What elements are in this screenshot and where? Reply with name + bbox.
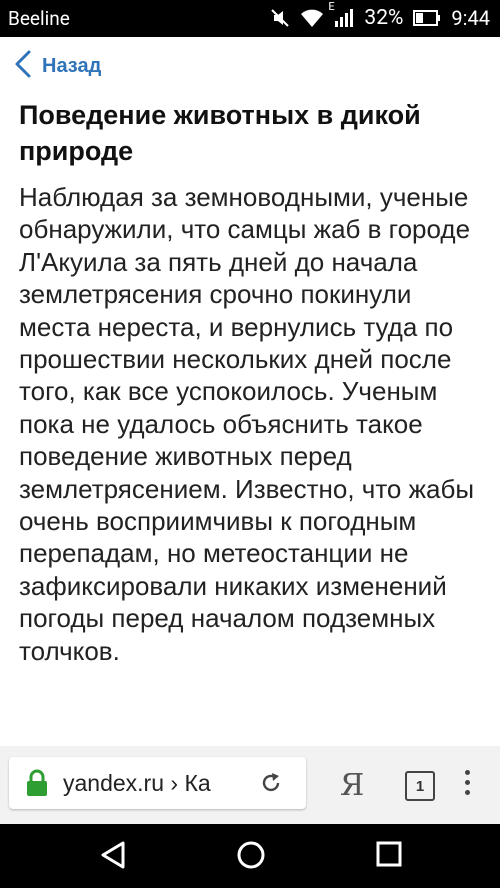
nav-back-icon[interactable] — [100, 840, 126, 875]
tabs-icon[interactable]: 1 — [405, 771, 435, 801]
back-chevron-icon — [14, 49, 32, 84]
wifi-icon — [300, 8, 324, 28]
yandex-button[interactable]: Я — [340, 768, 364, 803]
nav-home-icon[interactable] — [236, 840, 266, 875]
article-body: Наблюдая за земноводными, ученые обнаруж… — [19, 182, 475, 666]
tab-count: 1 — [415, 777, 425, 795]
nav-recents-icon[interactable] — [375, 840, 403, 873]
clock: 9:44 — [451, 6, 490, 30]
article-title: Поведение животных в дикой природе — [19, 100, 421, 166]
menu-icon[interactable] — [465, 770, 470, 795]
article: Поведение животных в дикой природе Наблю… — [19, 97, 485, 667]
signal-icon: E — [328, 0, 354, 28]
status-icons: E 32% 9:44 — [270, 0, 490, 30]
back-label: Назад — [42, 54, 102, 77]
carrier-name: Beeline — [8, 7, 70, 30]
navigation-bar — [0, 824, 500, 888]
mute-icon — [270, 8, 290, 28]
battery-percent: 32% — [364, 6, 404, 30]
network-type: E — [328, 0, 335, 13]
address-bar[interactable]: yandex.ru › Ка — [9, 757, 306, 809]
url-text: yandex.ru › Ка — [63, 769, 211, 796]
status-bar: Beeline E 32% 9:44 — [0, 0, 500, 37]
browser-bar: yandex.ru › Ка Я 1 — [0, 746, 500, 824]
lock-icon — [25, 769, 49, 797]
app-bar: Назад — [0, 37, 500, 95]
back-button[interactable]: Назад — [14, 47, 101, 85]
battery-icon — [413, 10, 441, 26]
reload-icon[interactable] — [259, 771, 283, 795]
